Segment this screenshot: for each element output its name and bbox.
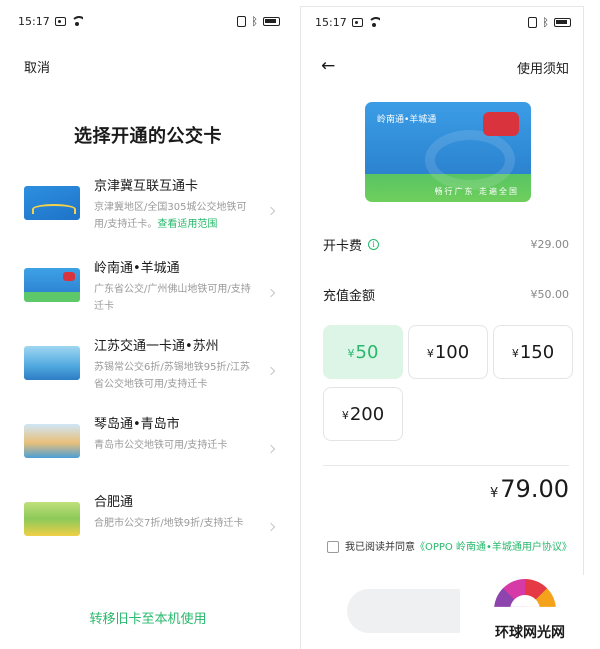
card-thumbnail [24,346,80,380]
chevron-right-icon [266,444,276,454]
recharge-row: 充值金额 ¥50.00 [323,285,569,304]
arrow-left-icon[interactable]: ← [321,58,335,75]
currency-symbol: ¥ [341,409,349,422]
watermark-text: 环球网光网 [495,625,565,641]
wifi-icon [70,16,83,26]
card-image: 岭南通•羊城通 畅行广东 走遍全国 [365,102,531,202]
card-thumbnail [24,502,80,536]
total-amount: ¥79.00 [490,475,569,503]
status-time: 15:17 [315,15,347,29]
battery-icon [554,17,571,27]
card-description: 广东省公交/广州佛山地铁可用/支持迁卡 [94,284,251,312]
total-value: 79.00 [500,475,569,503]
wifi-icon [367,17,380,27]
open-fee-value: ¥29.00 [530,238,570,251]
nfc-icon [237,15,247,27]
card-description: 青岛市公交地铁可用/支持迁卡 [94,440,228,451]
card-item-hefei[interactable]: 合肥通 合肥市公交7折/地铁9折/支持迁卡 [4,494,292,572]
card-item-jingjinji[interactable]: 京津冀互联互通卡 京津冀地区/全国305城公交地铁可用/支持迁卡。查看适用范围 [4,178,292,260]
card-name: 京津冀互联互通卡 [94,179,199,194]
card-item-lingnantong[interactable]: 岭南通•羊城通 广东省公交/广州佛山地铁可用/支持迁卡 [4,260,292,338]
open-fee-row: 开卡费 i ¥29.00 [323,235,569,254]
card-thumbnail [24,424,80,458]
info-icon[interactable]: i [368,239,380,250]
card-recharge-screen: 15:17 ᛒ ← 使用须知 岭南通•羊城通 畅行广东 走遍全国 开卡费 i ¥2… [300,6,584,649]
user-agreement-link[interactable]: 《OPPO 岭南通•羊城通用户协议》 [415,542,572,553]
chevron-right-icon [266,288,276,298]
watermark: 环球网光网 [460,575,600,649]
open-fee-label: 开卡费 [323,239,363,254]
currency-symbol: ¥ [347,347,355,360]
currency-symbol: ¥ [490,486,499,501]
card-name: 琴岛通•青岛市 [94,417,180,432]
card-name: 合肥通 [94,495,134,510]
view-coverage-link[interactable]: 查看适用范围 [157,219,217,230]
usage-notice-link[interactable]: 使用须知 [517,58,569,77]
page-title: 选择开通的公交卡 [74,126,222,147]
amount-value: 50 [355,341,379,363]
amount-value: 100 [434,341,470,363]
image-notification-icon [54,16,66,26]
card-thumbnail [24,268,80,302]
recharge-value: ¥50.00 [530,288,570,301]
status-bar: 15:17 ᛒ [301,7,583,37]
card-name: 岭南通•羊城通 [94,261,180,276]
chevron-right-icon [266,366,276,376]
currency-symbol: ¥ [511,347,519,360]
chevron-right-icon [266,206,276,216]
status-time: 15:17 [18,14,50,28]
bluetooth-icon: ᛒ [251,14,258,28]
card-description: 京津冀地区/全国305城公交地铁可用/支持迁卡。查看适用范围 [94,199,254,233]
nfc-icon [528,16,538,28]
card-selection-screen: 15:17 ᛒ 取消 选择开通的公交卡 京津冀互联互通卡 京津冀地区/全国305… [4,6,292,649]
card-logo-text: 岭南通•羊城通 [377,115,437,125]
agreement-checkbox[interactable] [327,541,339,553]
bluetooth-icon: ᛒ [542,15,549,29]
status-bar: 15:17 ᛒ [4,6,292,36]
recharge-label: 充值金额 [323,289,376,304]
agreement-row: 我已阅读并同意《OPPO 岭南通•羊城通用户协议》 [327,539,577,556]
amount-value: 200 [349,403,385,425]
currency-symbol: ¥ [426,347,434,360]
card-description: 苏锡常公交6折/苏锡地铁95折/江苏省公交地铁可用/支持迁卡 [94,362,250,390]
card-item-jiangsu-suzhou[interactable]: 江苏交通一卡通•苏州 苏锡常公交6折/苏锡地铁95折/江苏省公交地铁可用/支持迁… [4,338,292,416]
card-name: 江苏交通一卡通•苏州 [94,339,219,354]
amount-option-50[interactable]: ¥50 [323,325,403,379]
card-slogan: 畅行广东 走遍全国 [434,187,519,196]
amount-option-150[interactable]: ¥150 [493,325,573,379]
card-item-qingdao[interactable]: 琴岛通•青岛市 青岛市公交地铁可用/支持迁卡 [4,416,292,494]
image-notification-icon [351,17,363,27]
battery-icon [263,16,280,26]
card-thumbnail [24,186,80,220]
cancel-button[interactable]: 取消 [24,57,50,76]
amount-option-100[interactable]: ¥100 [408,325,488,379]
chevron-right-icon [266,522,276,532]
card-description: 合肥市公交7折/地铁9折/支持迁卡 [94,518,244,529]
amount-option-200[interactable]: ¥200 [323,387,403,441]
card-wave-graphic [425,130,515,190]
transit-card-list: 京津冀互联互通卡 京津冀地区/全国305城公交地铁可用/支持迁卡。查看适用范围 … [4,178,292,572]
agreement-text: 我已阅读并同意 [345,542,415,553]
amount-value: 150 [519,341,555,363]
divider [323,465,569,466]
card-badge-icon [483,112,519,136]
transfer-old-card-button[interactable]: 转移旧卡至本机使用 [4,608,292,627]
